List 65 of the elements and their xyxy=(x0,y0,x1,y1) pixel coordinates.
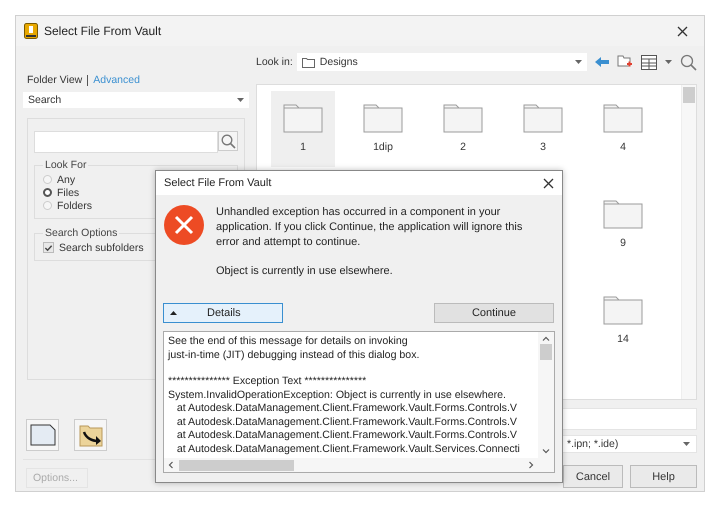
group-title: Search Options xyxy=(44,227,118,239)
scroll-thumb[interactable] xyxy=(540,344,552,360)
folder-name: 14 xyxy=(617,333,629,345)
error-message: Unhandled exception has occurred in a component in your application. If you click Continue, the application will ignore this error and attempt to continue. xyxy=(216,205,524,250)
caret-icon xyxy=(237,98,244,102)
close-icon[interactable] xyxy=(543,178,554,188)
caret-icon xyxy=(575,60,582,64)
open-folder-button[interactable] xyxy=(74,419,107,451)
error-message: Object is currently in use elsewhere. xyxy=(216,264,394,279)
vault-logo-icon xyxy=(24,23,38,39)
details-line: at Autodesk.DataManagement.Client.Framework.Vault.Forms.Controls.V xyxy=(176,429,518,442)
details-line: at Autodesk.DataManagement.Client.Framework.Vault.Forms.Controls.V xyxy=(176,416,518,429)
folder-icon xyxy=(302,56,315,68)
window-title: Select File From Vault xyxy=(44,24,162,38)
scrollbar[interactable] xyxy=(681,85,696,399)
caret-icon xyxy=(683,442,690,446)
folder-item[interactable]: 14 xyxy=(591,283,655,359)
details-line: at Autodesk.DataManagement.Client.Framework.Vault.Services.Connecti xyxy=(176,442,521,456)
folder-item[interactable]: 3 xyxy=(511,91,575,167)
details-line: just-in-time (JIT) debugging instead of this dialog box. xyxy=(168,348,420,362)
back-arrow-icon[interactable] xyxy=(595,57,609,67)
dialog-title: Select File From Vault xyxy=(164,177,272,189)
folder-name: 1 xyxy=(300,141,306,153)
scroll-thumb[interactable] xyxy=(683,87,695,103)
search-field[interactable] xyxy=(34,131,218,153)
new-file-button[interactable] xyxy=(26,419,59,451)
folder-item[interactable]: 9 xyxy=(591,187,655,263)
details-line: System.InvalidOperationException: Object is currently in use elsewhere. xyxy=(168,388,507,402)
folder-item[interactable]: 2 xyxy=(431,91,495,167)
close-icon[interactable] xyxy=(677,26,688,36)
search-button[interactable] xyxy=(218,131,238,151)
search-mode-dropdown[interactable]: Search xyxy=(23,92,249,108)
look-in-dropdown[interactable]: Designs xyxy=(296,53,587,71)
folder-name: 2 xyxy=(460,141,466,153)
search-icon[interactable] xyxy=(680,54,697,70)
dialog-button[interactable]: Cancel xyxy=(563,465,623,488)
radio-label: Any xyxy=(57,174,76,186)
scroll-thumb[interactable] xyxy=(179,460,294,470)
folder-item[interactable]: 1 xyxy=(271,91,335,167)
folder-name: 1dip xyxy=(373,141,393,153)
checkbox[interactable] xyxy=(43,242,54,253)
document-icon xyxy=(30,424,56,446)
radio-button[interactable] xyxy=(43,188,52,197)
view-grid-icon[interactable] xyxy=(641,54,657,70)
group-title: Look For xyxy=(44,159,88,171)
folder-name: 3 xyxy=(540,141,546,153)
search-icon xyxy=(220,134,236,148)
view-link[interactable]: Folder View xyxy=(27,74,82,86)
radio-label: Files xyxy=(57,186,80,198)
dialog-button[interactable]: Help xyxy=(630,465,697,488)
caret-icon[interactable] xyxy=(665,60,672,64)
details-line: See the end of this message for details on invoking xyxy=(168,335,409,348)
radio-label: Folders xyxy=(57,200,92,212)
folder-item[interactable]: 4 xyxy=(591,91,655,167)
details-line: *************** Exception Text *************** xyxy=(168,375,368,388)
caret-icon xyxy=(170,311,177,315)
look-in-label: Look in: xyxy=(256,56,293,68)
continue-button[interactable]: Continue xyxy=(434,303,554,323)
error-icon xyxy=(164,205,204,245)
folder-name: 4 xyxy=(620,141,626,153)
details-button[interactable]: Details xyxy=(163,303,283,323)
folder-name: 9 xyxy=(620,237,626,249)
checkbox-label: Search subfolders xyxy=(59,242,144,254)
details-line: at Autodesk.DataManagement.Client.Framework.Vault.Forms.Controls.V xyxy=(176,402,518,416)
folder-item[interactable]: 1dip xyxy=(351,91,415,167)
